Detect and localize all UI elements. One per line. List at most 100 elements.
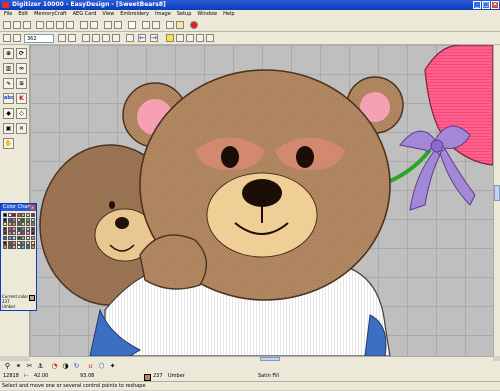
color-swatch[interactable] bbox=[21, 222, 26, 227]
color-swatch[interactable] bbox=[3, 240, 7, 245]
color-swatch[interactable] bbox=[12, 217, 17, 222]
color-swatch[interactable] bbox=[12, 226, 17, 231]
applique-tool-icon[interactable]: ◇ bbox=[16, 108, 27, 119]
hoop-icon[interactable] bbox=[104, 21, 112, 29]
menu-window[interactable]: Window bbox=[197, 10, 217, 19]
color-swatch[interactable] bbox=[7, 240, 12, 245]
undo-icon[interactable] bbox=[80, 21, 88, 29]
group-icon[interactable]: ⚭ bbox=[14, 362, 23, 371]
color-swatch[interactable] bbox=[30, 213, 35, 217]
crossing-icon[interactable]: ✂ bbox=[25, 362, 34, 371]
color-swap-icon[interactable] bbox=[176, 34, 184, 42]
color-swatch[interactable] bbox=[25, 217, 30, 222]
mirror-icon[interactable]: ◑ bbox=[61, 362, 70, 371]
zoom-fit-icon[interactable] bbox=[58, 34, 66, 42]
minimize-button[interactable]: _ bbox=[473, 1, 481, 9]
print-icon[interactable] bbox=[36, 21, 44, 29]
rotate-icon[interactable]: ◔ bbox=[50, 362, 59, 371]
color-swatch[interactable] bbox=[21, 231, 26, 236]
maximize-button[interactable]: □ bbox=[482, 1, 490, 9]
menu-setup[interactable]: Setup bbox=[177, 10, 192, 19]
zoom-in-icon[interactable] bbox=[3, 34, 11, 42]
record-icon[interactable] bbox=[190, 21, 198, 29]
reshape-icon[interactable]: ⬡ bbox=[97, 362, 106, 371]
redo-icon[interactable] bbox=[90, 21, 98, 29]
color-swatch[interactable] bbox=[30, 235, 35, 240]
menu-edit[interactable]: Edit bbox=[18, 10, 28, 19]
color-swatch[interactable] bbox=[25, 226, 30, 231]
color-swatch[interactable] bbox=[25, 213, 30, 217]
anchor-icon[interactable]: ⚓ bbox=[36, 362, 45, 371]
color-swatch[interactable] bbox=[21, 240, 26, 245]
menu-view[interactable]: View bbox=[102, 10, 114, 19]
new-file-icon[interactable] bbox=[3, 21, 11, 29]
monogram-tool-icon[interactable]: K bbox=[16, 93, 27, 104]
magnet-icon[interactable]: ∪ bbox=[86, 362, 95, 371]
shape-tool-icon[interactable]: ⟳ bbox=[16, 48, 27, 59]
color-swatch[interactable] bbox=[21, 235, 26, 240]
show-picture-icon[interactable] bbox=[102, 34, 110, 42]
color-swatch[interactable] bbox=[25, 235, 30, 240]
play-icon[interactable] bbox=[166, 21, 174, 29]
color-swatch[interactable] bbox=[30, 245, 35, 250]
hand-tool-icon[interactable]: ✋ bbox=[3, 138, 14, 149]
color-swatch[interactable] bbox=[7, 231, 12, 236]
vertical-scrollbar[interactable] bbox=[493, 45, 500, 356]
lettering-tool-icon[interactable]: abc bbox=[3, 93, 14, 104]
color-swatch[interactable] bbox=[12, 222, 17, 227]
open-file-icon[interactable] bbox=[13, 21, 21, 29]
color-swatch[interactable] bbox=[30, 231, 35, 236]
menu-help[interactable]: Help bbox=[223, 10, 234, 19]
color-swatch[interactable] bbox=[12, 213, 17, 217]
color-swatch[interactable] bbox=[16, 231, 21, 236]
color-swatch[interactable] bbox=[12, 240, 17, 245]
color-swatch[interactable] bbox=[3, 226, 7, 231]
color-swatch[interactable] bbox=[21, 245, 26, 250]
close-button[interactable]: × bbox=[491, 1, 499, 9]
design-canvas[interactable] bbox=[30, 45, 493, 356]
color-sort-icon[interactable] bbox=[166, 34, 174, 42]
copy-icon[interactable] bbox=[56, 21, 64, 29]
color-swatch[interactable] bbox=[30, 226, 35, 231]
menu-memorycraft[interactable]: MemoryCraft bbox=[34, 10, 67, 19]
zoom-out-icon[interactable] bbox=[13, 34, 21, 42]
rotate-right-icon[interactable]: ↻ bbox=[72, 362, 81, 371]
show-grid-icon[interactable] bbox=[112, 34, 120, 42]
save-icon[interactable] bbox=[23, 21, 31, 29]
running-stitch-icon[interactable]: ∿ bbox=[3, 78, 14, 89]
color-swatch[interactable] bbox=[7, 217, 12, 222]
vertical-scroll-thumb[interactable] bbox=[494, 185, 500, 201]
arrow-left-icon[interactable]: ← bbox=[138, 34, 146, 42]
color-swatch[interactable] bbox=[3, 213, 7, 217]
color-swatch[interactable] bbox=[25, 240, 30, 245]
color-change-icon[interactable] bbox=[186, 34, 194, 42]
thread-icon[interactable] bbox=[196, 34, 204, 42]
color-swatch[interactable] bbox=[16, 240, 21, 245]
help-icon[interactable] bbox=[152, 21, 160, 29]
color-swatch[interactable] bbox=[21, 213, 26, 217]
close-icon[interactable]: × bbox=[30, 205, 35, 210]
menu-embroidery[interactable]: Embroidery bbox=[120, 10, 149, 19]
color-swatch[interactable] bbox=[3, 217, 7, 222]
color-swatch[interactable] bbox=[16, 213, 21, 217]
design-info-icon[interactable] bbox=[142, 21, 150, 29]
color-swatch[interactable] bbox=[30, 240, 35, 245]
color-swatch[interactable] bbox=[3, 231, 7, 236]
border-tool-icon[interactable]: ▣ bbox=[3, 123, 14, 134]
color-swatch[interactable] bbox=[16, 217, 21, 222]
menu-aeg-card[interactable]: AEG Card bbox=[73, 10, 97, 19]
color-swatch[interactable] bbox=[25, 222, 30, 227]
color-swatch[interactable] bbox=[12, 231, 17, 236]
cross-stitch-icon[interactable]: ✕ bbox=[16, 123, 27, 134]
color-swatch[interactable] bbox=[7, 222, 12, 227]
color-swatch[interactable] bbox=[7, 235, 12, 240]
color-swatch[interactable] bbox=[12, 245, 17, 250]
fill-tool-icon[interactable]: ▥ bbox=[3, 63, 14, 74]
chain-tool-icon[interactable]: ∞ bbox=[16, 63, 27, 74]
color-swatch[interactable] bbox=[7, 245, 12, 250]
zoom-select[interactable]: 362 bbox=[24, 34, 54, 43]
color-swatch[interactable] bbox=[16, 235, 21, 240]
menu-file[interactable]: File bbox=[4, 10, 12, 19]
paste-icon[interactable] bbox=[66, 21, 74, 29]
select-icon[interactable] bbox=[126, 34, 134, 42]
